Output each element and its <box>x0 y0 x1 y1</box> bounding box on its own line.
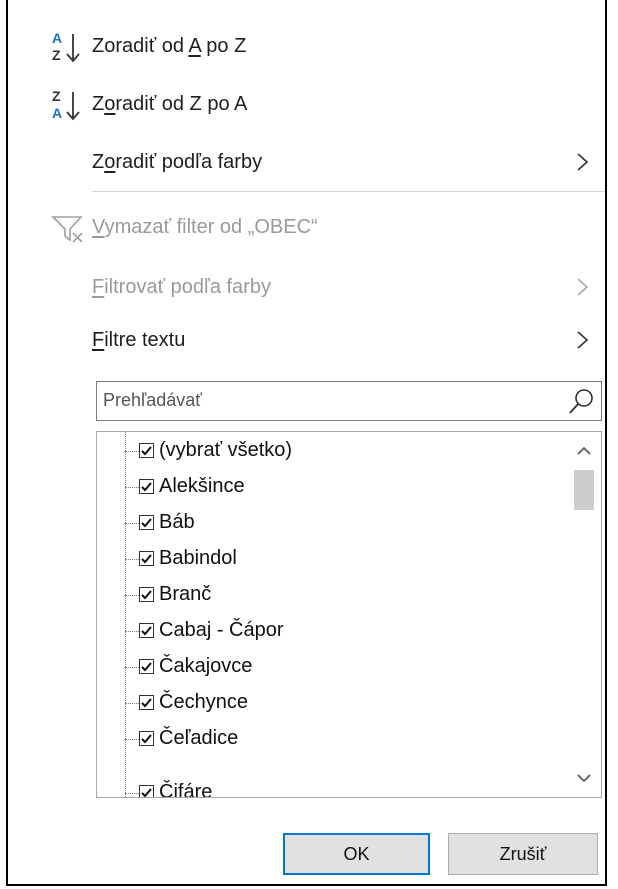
list-item[interactable]: Branč <box>97 577 567 613</box>
menu-separator <box>92 191 605 192</box>
clear-filter-icon <box>50 209 90 249</box>
list-item-label: Čechynce <box>159 691 248 713</box>
sort-a-to-z-item[interactable]: A Z Zoradiť od A po Z <box>8 18 605 74</box>
checkbox[interactable] <box>139 443 154 458</box>
filter-by-color-label: Filtrovať podľa farby <box>92 275 271 298</box>
checkbox[interactable] <box>139 479 154 494</box>
chevron-right-icon <box>573 322 593 358</box>
checkbox[interactable] <box>139 623 154 638</box>
magnifier-icon[interactable] <box>567 386 597 416</box>
clear-filter-label: Vymazať filter od „OBEC“ <box>92 215 318 238</box>
list-item-label: Čakajovce <box>159 655 253 677</box>
checkbox[interactable] <box>139 515 154 530</box>
scroll-up-icon[interactable] <box>567 436 601 466</box>
checkbox[interactable] <box>139 587 154 602</box>
checkbox[interactable] <box>139 695 154 710</box>
search-placeholder: Prehľadávať <box>103 390 203 410</box>
search-input[interactable]: Prehľadávať <box>96 381 602 421</box>
text-filters-label: Filtre textu <box>92 328 186 351</box>
sort-descending-icon: Z A <box>50 86 90 126</box>
list-item-label: Alekšince <box>159 475 245 497</box>
checkbox[interactable] <box>139 659 154 674</box>
list-item[interactable]: (vybrať všetko) <box>97 433 567 469</box>
cancel-button[interactable]: Zrušiť <box>448 833 598 875</box>
chevron-right-icon <box>573 144 593 180</box>
sort-by-color-label: Zoradiť podľa farby <box>92 150 263 173</box>
list-item-label: Čeľadice <box>159 727 239 749</box>
list-item[interactable]: Babindol <box>97 541 567 577</box>
sort-z-to-a-item[interactable]: Z A Zoradiť od Z po A <box>8 76 605 132</box>
sort-a-to-z-label: Zoradiť od A po Z <box>92 34 247 57</box>
list-item[interactable]: Čeľadice <box>97 721 567 757</box>
list-item[interactable]: Cabaj - Čápor <box>97 613 567 649</box>
scroll-down-icon[interactable] <box>567 763 601 793</box>
checkbox[interactable] <box>139 551 154 566</box>
list-item[interactable]: Čifáre <box>97 775 567 798</box>
list-item-label: Babindol <box>159 547 237 569</box>
svg-text:Z: Z <box>52 47 61 63</box>
vertical-scrollbar[interactable] <box>567 432 601 797</box>
checkbox[interactable] <box>139 731 154 746</box>
list-item-label: Branč <box>159 583 212 605</box>
svg-text:Z: Z <box>52 88 61 104</box>
svg-text:A: A <box>52 30 62 46</box>
list-item-label: Báb <box>159 511 195 533</box>
sort-ascending-icon: A Z <box>50 28 90 68</box>
list-item-label: Čifáre <box>159 781 213 798</box>
list-item[interactable]: Báb <box>97 505 567 541</box>
list-item-label: (vybrať všetko) <box>159 439 293 461</box>
text-filters-item[interactable]: Filtre textu <box>8 312 605 368</box>
list-item[interactable]: Alekšince <box>97 469 567 505</box>
chevron-right-icon <box>573 269 593 305</box>
scrollbar-thumb[interactable] <box>574 470 594 510</box>
filter-by-color-item[interactable]: Filtrovať podľa farby <box>8 259 605 315</box>
svg-text:A: A <box>52 105 62 121</box>
list-item[interactable]: Čechynce <box>97 685 567 721</box>
filter-dropdown-panel: A Z Zoradiť od A po Z Z A Zoradiť od Z p… <box>6 0 607 886</box>
checkbox[interactable] <box>139 785 154 797</box>
list-item[interactable]: Čakajovce <box>97 649 567 685</box>
value-checklist[interactable]: (vybrať všetko) Alekšince Báb Babindol B… <box>96 431 602 798</box>
ok-button[interactable]: OK <box>283 833 430 875</box>
sort-z-to-a-label: Zoradiť od Z po A <box>92 92 248 115</box>
clear-filter-item[interactable]: Vymazať filter od „OBEC“ <box>8 199 605 255</box>
list-item-label: Cabaj - Čápor <box>159 619 284 641</box>
sort-by-color-item[interactable]: Zoradiť podľa farby <box>8 134 605 190</box>
